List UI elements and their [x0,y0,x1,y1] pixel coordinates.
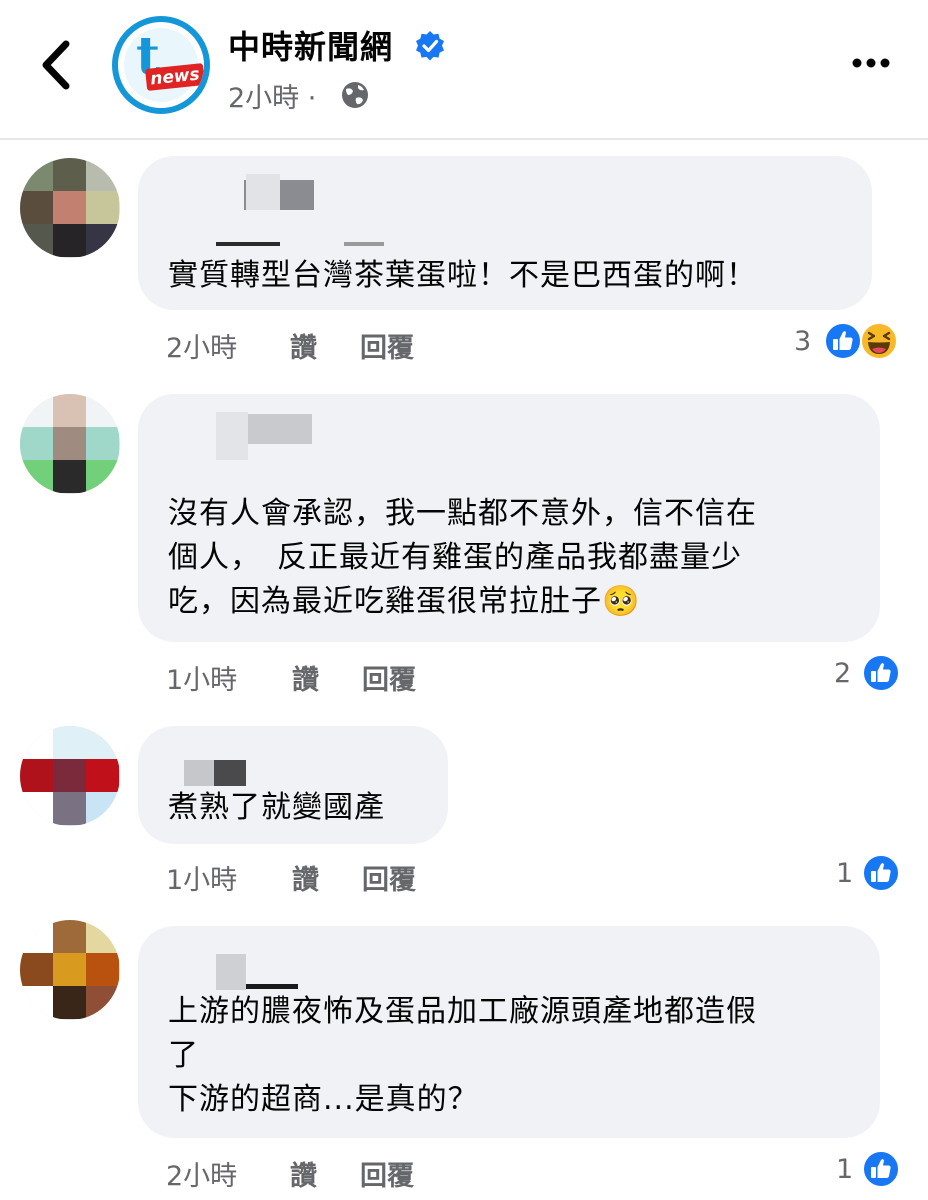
avatar-pixel [53,158,86,191]
reaction-count[interactable]: 2 [834,658,851,689]
avatar-pixel [20,759,53,792]
haha-icon [860,322,898,360]
comment-time[interactable]: 2小時 [166,326,237,365]
reply-button[interactable]: 回覆 [360,326,414,365]
like-icon [862,854,900,892]
avatar-pixel [20,792,53,825]
avatar-pixel [86,726,119,759]
commenter-avatar[interactable] [20,158,120,258]
avatar-pixel [86,920,119,953]
avatar-pixel [53,759,86,792]
avatar-pixel [53,953,86,986]
avatar-pixel [20,920,53,953]
like-button[interactable]: 讚 [290,1154,317,1193]
avatar-pixel [86,224,119,257]
like-button[interactable]: 讚 [290,326,317,365]
commenter-avatar[interactable] [20,920,120,1020]
avatar-pixel [20,427,53,460]
redacted-name [216,412,248,460]
commenter-avatar[interactable] [20,394,120,494]
verified-badge-icon [416,31,444,61]
like-icon [862,654,900,692]
avatar-pixel [86,427,119,460]
avatar-pixel [20,394,53,427]
comment-text: 上游的膿夜怖及蛋品加工廠源頭產地都造假 了 下游的超商...是真的？ [168,994,757,1117]
comment-time[interactable]: 1小時 [166,658,237,697]
comment-time[interactable]: 1小時 [166,858,237,897]
post-timestamp[interactable]: 2小時 · [228,76,316,115]
redacted-name [246,984,298,989]
avatar-pixel [20,460,53,493]
comment-bubble[interactable]: 煮熟了就變國產 [138,726,448,844]
like-button[interactable]: 讚 [292,858,319,897]
avatar-pixel [20,726,53,759]
avatar-pixel [86,953,119,986]
avatar-pixel [53,460,86,493]
avatar-pixel [53,986,86,1019]
avatar-pixel [20,953,53,986]
redacted-name [344,242,384,246]
separator-dot: · [307,83,317,114]
comment-time[interactable]: 2小時 [166,1154,237,1193]
avatar-pixel [86,460,119,493]
comment-text: 實質轉型台灣茶葉蛋啦！不是巴西蛋的啊！ [168,258,757,293]
like-icon [824,322,862,360]
redacted-name [246,174,280,210]
reaction-count[interactable]: 3 [794,326,811,357]
comment-bubble[interactable]: 上游的膿夜怖及蛋品加工廠源頭產地都造假 了 下游的超商...是真的？ [138,926,880,1138]
avatar-pixel [86,759,119,792]
post-time-text: 2小時 [228,83,300,114]
avatar-pixel [86,191,119,224]
comment-text: 煮熟了就變國產 [168,790,385,825]
avatar-pixel [86,394,119,427]
more-options-icon[interactable] [846,48,896,78]
commenter-avatar[interactable] [20,726,120,826]
avatar-pixel [53,920,86,953]
avatar-pixel [53,224,86,257]
post-header: t news 中時新聞網 2小時 · [0,0,928,140]
page-avatar[interactable]: t news [112,16,210,114]
avatar-pixel [53,792,86,825]
avatar-pixel [53,191,86,224]
reply-button[interactable]: 回覆 [362,658,416,697]
comment-bubble[interactable]: 沒有人會承認，我一點都不意外，信不信在 個人， 反正最近有雞蛋的產品我都盡量少 … [138,394,880,642]
redacted-name [214,760,246,786]
comment-text: 沒有人會承認，我一點都不意外，信不信在 個人， 反正最近有雞蛋的產品我都盡量少 … [168,496,757,619]
back-arrow-icon[interactable] [36,38,76,92]
avatar-pixel [86,792,119,825]
avatar-pixel [53,427,86,460]
avatar-pixel [53,394,86,427]
avatar-pixel [20,191,53,224]
avatar-pixel [53,726,86,759]
like-icon [862,1150,900,1188]
redacted-name [216,242,280,246]
reply-button[interactable]: 回覆 [362,858,416,897]
page-name[interactable]: 中時新聞網 [228,22,393,68]
avatar-pixel [86,986,119,1019]
redacted-name [248,414,312,444]
globe-icon [342,82,368,108]
comment-bubble[interactable]: 實質轉型台灣茶葉蛋啦！不是巴西蛋的啊！ [138,156,872,310]
avatar-pixel [20,224,53,257]
reaction-count[interactable]: 1 [836,858,853,889]
reply-button[interactable]: 回覆 [360,1154,414,1193]
redacted-name [216,954,246,990]
avatar-pixel [20,986,53,1019]
avatar-pixel [20,158,53,191]
avatar-pixel [86,158,119,191]
reaction-count[interactable]: 1 [836,1154,853,1185]
like-button[interactable]: 讚 [292,658,319,697]
redacted-name [184,760,214,786]
logo-news-text: news [145,63,204,91]
